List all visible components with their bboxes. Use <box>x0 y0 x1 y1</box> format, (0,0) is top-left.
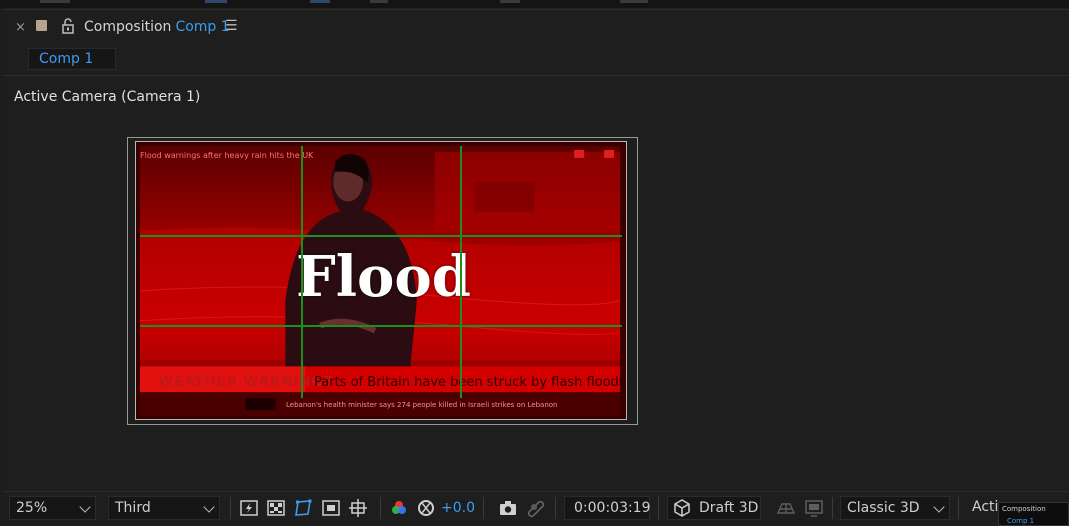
toolbar-separator <box>958 497 959 519</box>
scene-ticker-bottom: Lebanon's health minister says 274 peopl… <box>286 401 558 409</box>
scene-ticker-top: Flood warnings after heavy rain hits the… <box>140 151 314 160</box>
composition-panel: × Composition Comp 1 ☰ Comp 1 Active Came… <box>3 9 1069 526</box>
transparency-grid-icon[interactable] <box>266 498 286 518</box>
grid-guides-icon[interactable] <box>348 498 368 518</box>
region-of-interest-icon[interactable] <box>321 498 341 518</box>
lock-icon[interactable] <box>61 18 75 34</box>
view-layout-value: Acti <box>972 499 999 515</box>
active-camera-label: Active Camera (Camera 1) <box>14 89 201 105</box>
toolbar-separator <box>483 497 484 519</box>
color-channel-icon[interactable] <box>389 498 409 518</box>
scene-headline-text: Parts of Britain have been struck by fla… <box>314 375 626 390</box>
thumbnail-title: Composition <box>1002 505 1046 513</box>
zoom-value: 25% <box>16 500 48 516</box>
3d-ground-plane-icon[interactable] <box>776 498 796 518</box>
composition-viewer[interactable]: WEATHER WARNINGS Parts of Britain have b… <box>127 137 638 425</box>
snapshot-icon[interactable] <box>498 498 518 518</box>
flood-title-layer[interactable]: Flood <box>296 244 471 310</box>
action-safe-frame: WEATHER WARNINGS Parts of Britain have b… <box>135 141 627 420</box>
grid-line-vertical-2 <box>460 146 462 398</box>
panel-divider <box>3 75 1069 76</box>
panel-menu-icon[interactable]: ☰ <box>225 18 238 34</box>
panel-thumbnail[interactable]: Composition Comp 1 <box>998 502 1069 526</box>
exposure-value[interactable]: +0.0 <box>441 500 475 516</box>
panel-tab-row: × Composition Comp 1 ☰ <box>3 10 1069 44</box>
label-swatch-icon[interactable] <box>36 20 47 31</box>
scene-banner-text: WEATHER WARNINGS <box>158 374 334 390</box>
grid-line-vertical-1 <box>301 146 303 398</box>
toolbar-separator <box>380 497 381 519</box>
view-mode-value: Third <box>115 500 151 516</box>
draft-3d-icon <box>674 499 690 517</box>
draft-3d-label: Draft 3D <box>699 500 759 516</box>
chevron-down-icon <box>203 501 215 513</box>
viewer-toolbar: 25% Third +0.0 0:00:03:19 Draft 3D Class… <box>3 491 1069 526</box>
toolbar-separator <box>832 497 833 519</box>
mask-visibility-icon[interactable] <box>293 498 313 518</box>
show-snapshot-icon[interactable] <box>525 498 545 518</box>
panel-comp-name: Comp 1 <box>175 19 230 35</box>
comp-subtab[interactable]: Comp 1 <box>28 48 116 70</box>
thumbnail-comp: Comp 1 <box>1007 517 1035 525</box>
reset-exposure-icon[interactable] <box>416 498 436 518</box>
view-mode-dropdown[interactable]: Third <box>108 496 220 520</box>
fast-preview-icon[interactable] <box>239 498 259 518</box>
grid-line-horizontal-1 <box>140 235 622 237</box>
chevron-down-icon <box>79 501 91 513</box>
close-icon[interactable]: × <box>15 20 26 35</box>
current-time-display[interactable]: 0:00:03:19 <box>564 496 651 520</box>
renderer-dropdown[interactable]: Classic 3D <box>840 496 950 520</box>
top-panel-strip <box>0 0 1069 8</box>
toolbar-separator <box>230 497 231 519</box>
panel-title-label: Composition <box>84 19 172 35</box>
toolbar-separator <box>658 497 659 519</box>
chevron-down-icon <box>933 501 945 513</box>
zoom-dropdown[interactable]: 25% <box>9 496 96 520</box>
grid-line-horizontal-2 <box>140 325 622 327</box>
renderer-value: Classic 3D <box>847 500 920 516</box>
toolbar-separator <box>555 497 556 519</box>
panel-title[interactable]: Composition Comp 1 <box>84 19 230 35</box>
extended-viewer-icon[interactable] <box>804 498 824 518</box>
